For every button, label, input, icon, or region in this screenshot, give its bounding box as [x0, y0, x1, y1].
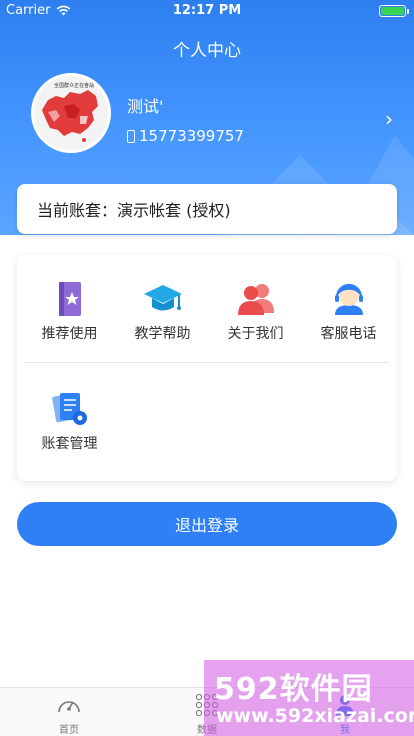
screen: Carrier 12:17 PM 个人中心 全国群众正在奋战 测试' 15773… — [0, 0, 414, 736]
documents-gear-icon — [51, 393, 87, 425]
graduation-cap-icon — [143, 285, 182, 311]
speedometer-icon — [58, 701, 80, 713]
menu-item-label: 客服电话 — [320, 326, 377, 342]
page-title: 个人中心 — [173, 41, 241, 61]
feature-grid: 推荐使用 教学帮助 关于我们 客服电话 账套管理 — [17, 255, 397, 481]
menu-item-recommend[interactable]: 推荐使用 — [22, 279, 117, 359]
menu-item-service-phone[interactable]: 客服电话 — [301, 279, 396, 359]
menu-item-label: 关于我们 — [227, 326, 284, 342]
user-name: 测试' — [127, 97, 164, 116]
tab-home[interactable]: 首页 — [29, 692, 109, 736]
menu-item-label: 账套管理 — [41, 436, 98, 452]
watermark-title: 592软件园 — [214, 672, 373, 707]
book-star-icon — [58, 282, 81, 316]
logout-button[interactable]: 退出登录 — [17, 502, 397, 546]
tab-label: 首页 — [59, 725, 79, 736]
headset-agent-icon — [334, 284, 363, 315]
status-time: 12:17 PM — [172, 3, 242, 18]
current-account-card[interactable]: 当前账套：演示帐套 (授权) — [17, 184, 397, 234]
chevron-right-icon[interactable]: › — [385, 107, 393, 131]
user-phone: 15773399757 — [139, 127, 244, 145]
user-phone-row: 15773399757 — [127, 127, 244, 145]
watermark: 592软件园 www.592xiazai.com — [204, 660, 414, 736]
menu-item-label: 教学帮助 — [134, 326, 191, 342]
battery-icon — [379, 5, 409, 17]
menu-item-tutorial[interactable]: 教学帮助 — [115, 279, 210, 359]
avatar[interactable]: 全国群众正在奋战 — [31, 73, 111, 153]
menu-item-label: 推荐使用 — [41, 326, 98, 342]
people-icon — [237, 284, 274, 315]
divider — [25, 362, 389, 363]
avatar-caption: 全国群众正在奋战 — [54, 83, 95, 89]
current-account-text: 当前账套：演示帐套 (授权) — [37, 201, 231, 220]
menu-item-about[interactable]: 关于我们 — [208, 279, 303, 359]
status-bar: Carrier 12:17 PM — [0, 0, 414, 22]
watermark-url: www.592xiazai.com — [216, 705, 414, 727]
phone-icon — [127, 129, 135, 143]
menu-item-account-manage[interactable]: 账套管理 — [22, 389, 117, 469]
